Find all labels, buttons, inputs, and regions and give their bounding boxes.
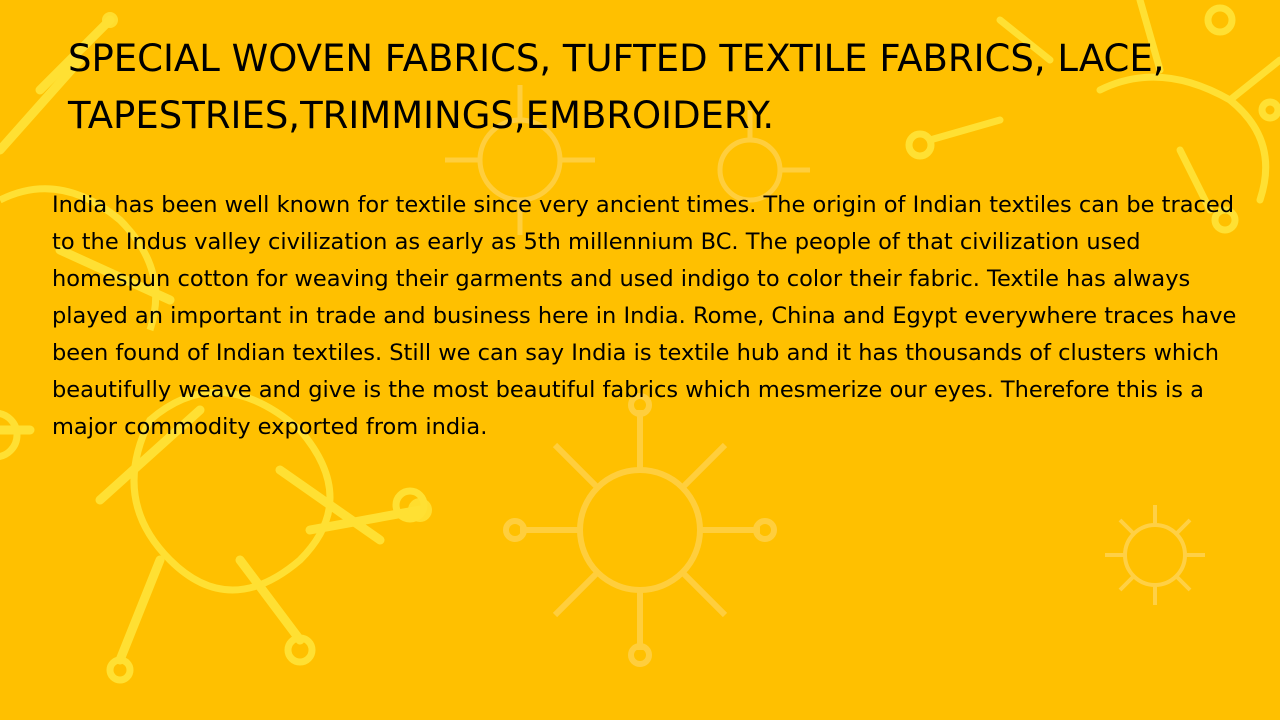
- slide-title: SPECIAL WOVEN FABRICS, TUFTED TEXTILE FA…: [68, 37, 1165, 137]
- slide-body-text: India has been well known for textile si…: [52, 192, 1237, 440]
- slide: SPECIAL WOVEN FABRICS, TUFTED TEXTILE FA…: [0, 0, 1280, 720]
